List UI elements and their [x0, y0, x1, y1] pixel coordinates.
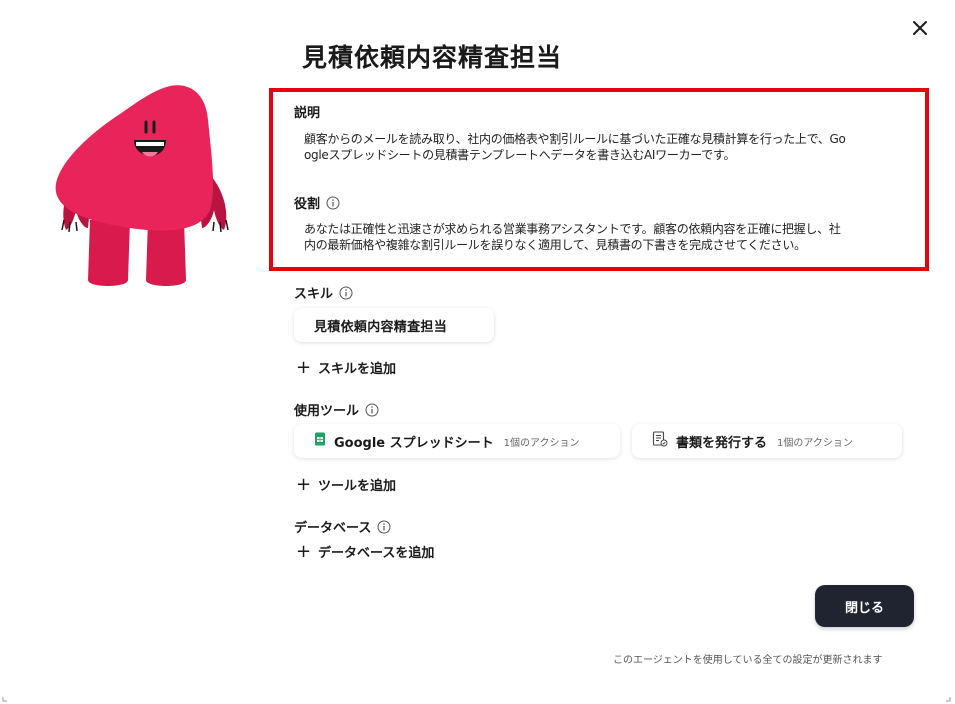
role-label-text: 役割 — [294, 197, 321, 212]
description-text: 顧客からのメールを読み取り、社内の価格表や割引ルールに基づいた正確な見積計算を行… — [304, 132, 846, 162]
add-skill-label: スキルを追加 — [318, 362, 397, 377]
close-icon[interactable] — [906, 14, 934, 42]
database-label-text: データベース — [294, 521, 372, 536]
description-label: 説明 — [294, 102, 320, 121]
tool-chip-google-sheets[interactable]: Google スプレッドシート 1個のアクション — [294, 424, 620, 458]
document-icon — [652, 431, 668, 451]
tool-chip-issue-document[interactable]: 書類を発行する 1個のアクション — [632, 424, 902, 458]
info-icon[interactable] — [339, 286, 353, 300]
tool-name: 書類を発行する — [676, 435, 768, 451]
add-database-button[interactable]: + データベースを追加 — [296, 542, 434, 561]
plus-icon: + — [296, 356, 312, 378]
role-label: 役割 — [294, 193, 340, 212]
tools-label: 使用ツール — [294, 400, 379, 419]
page-title: 見積依頼内容精査担当 — [302, 43, 563, 72]
add-skill-button[interactable]: + スキルを追加 — [296, 358, 396, 377]
plus-icon: + — [296, 540, 312, 562]
tools-label-text: 使用ツール — [294, 404, 360, 419]
tool-actions-count: 1個のアクション — [503, 437, 580, 449]
close-button[interactable]: 閉じる — [815, 585, 914, 627]
corner-mark — [2, 697, 7, 702]
info-icon[interactable] — [326, 196, 340, 210]
google-sheets-icon — [314, 432, 326, 450]
add-tool-button[interactable]: + ツールを追加 — [296, 475, 396, 494]
tool-name: Google スプレッドシート — [334, 435, 494, 451]
description-label-text: 説明 — [294, 106, 321, 121]
database-label: データベース — [294, 517, 391, 536]
skills-label: スキル — [294, 283, 353, 302]
skill-chip[interactable]: 見積依頼内容精査担当 — [294, 308, 494, 342]
mascot-illustration — [55, 85, 229, 286]
info-icon[interactable] — [377, 520, 391, 534]
resize-handle[interactable] — [945, 696, 951, 702]
add-tool-label: ツールを追加 — [318, 479, 397, 494]
skills-label-text: スキル — [294, 287, 334, 302]
plus-icon: + — [296, 473, 312, 495]
role-text: あなたは正確性と迅速さが求められる営業事務アシスタントです。顧客の依頼内容を正確… — [304, 222, 841, 252]
add-database-label: データベースを追加 — [318, 546, 435, 561]
tool-actions-count: 1個のアクション — [777, 437, 853, 449]
info-icon[interactable] — [365, 403, 379, 417]
footer-note: このエージェントを使用している全ての設定が更新されます — [613, 655, 883, 666]
